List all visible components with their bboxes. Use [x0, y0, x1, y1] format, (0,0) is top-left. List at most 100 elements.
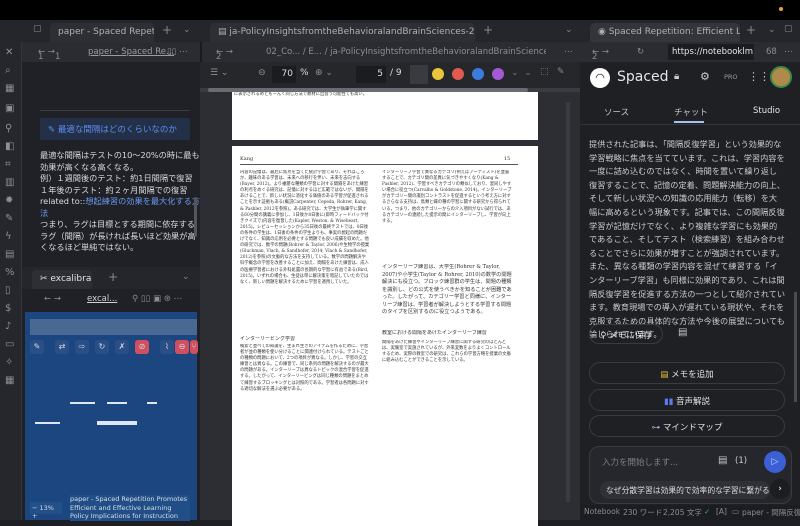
chevron-down-icon[interactable]: ⌄ [565, 25, 573, 35]
page-input[interactable]: 5 [356, 66, 386, 83]
select-icon[interactable]: ⬚ [540, 67, 549, 77]
language-indicator[interactable]: [A] [716, 507, 727, 516]
refresh-icon[interactable]: ↻ [95, 340, 109, 354]
tab-excalibrain[interactable]: ✂ excalibrain [32, 270, 92, 289]
toolbar-icons[interactable]: ⚲ ▯▯ ▣ ⊛ ⋯ [132, 294, 182, 304]
zoom-in-icon[interactable]: ⊕ ⌄ [315, 68, 333, 78]
save-to-note-button[interactable]: ⚲ メモに保存 [589, 324, 663, 344]
sidebar-toggle-icon[interactable]: ▢ [33, 24, 42, 34]
central-node[interactable] [97, 421, 137, 425]
copy-icon[interactable]: ▤ [678, 327, 687, 338]
layers-icon[interactable]: ◧ [5, 141, 14, 152]
chevron-down-icon[interactable]: ⌄ [183, 25, 191, 35]
new-tab-button[interactable]: + [108, 270, 118, 284]
tab-chat[interactable]: チャット [674, 106, 708, 118]
tab-notebooklm[interactable]: ◉ Spaced Repetition: Efficient Learn... [590, 23, 740, 42]
minus-icon[interactable]: ⊖ [175, 340, 189, 354]
tab-pdf[interactable]: ▤ ja-PolicyInsightsfromtheBehavioralandB… [210, 23, 475, 42]
chat-input[interactable]: 入力を開始します... [602, 456, 678, 468]
search-icon[interactable]: ⌕ [5, 65, 11, 76]
graph-node[interactable] [70, 402, 95, 404]
file-title[interactable]: excal... [87, 294, 117, 304]
chevron-down-icon[interactable]: ⌄ [182, 272, 190, 282]
tab-studio[interactable]: Studio [753, 106, 780, 116]
zoom-control[interactable]: − 13% + [30, 502, 62, 520]
pencil-icon[interactable]: ✎ [30, 340, 44, 354]
chevron-down-icon[interactable]: ⌄ ⌄ [511, 68, 532, 78]
tab-sources[interactable]: ソース [604, 106, 629, 118]
lock-icon[interactable]: 🔒︎ [674, 71, 679, 82]
zoom-out-icon[interactable]: ⊖ [258, 68, 266, 78]
notebook-title[interactable]: Spaced [617, 69, 669, 85]
template-icon[interactable]: ▦ [5, 375, 14, 386]
more-options-icon[interactable]: ⋯ [564, 47, 573, 57]
reading-view-icon[interactable]: ▯▯ ⋯ [167, 47, 188, 57]
scrollbar[interactable] [194, 197, 197, 237]
mind-map-button[interactable]: ⊶ マインドマップ [589, 415, 785, 437]
sidebar-toggle-icon[interactable]: ▢ [784, 24, 793, 34]
gear-icon[interactable]: ⚙ [700, 70, 710, 83]
back-button[interactable]: ← → [44, 294, 61, 304]
send-button[interactable]: ▷ [764, 451, 786, 473]
graph-node[interactable] [35, 422, 60, 424]
note-title[interactable]: paper - Spaced Re... [88, 47, 174, 57]
branch-icon[interactable]: ⑂ [190, 340, 198, 354]
attachment-icon[interactable]: ⌇ [160, 340, 174, 354]
pdf-page[interactable]: Kang 15 内容の記憶は、最后に焦点を当てた統計学習であり、そればころか、趣… [232, 146, 538, 526]
dollar-icon[interactable]: $ [5, 303, 11, 314]
audio-overview-button[interactable]: ▮▮ 音声解説 [589, 389, 785, 411]
back-button[interactable]: 2 ← → [592, 47, 609, 62]
close-icon[interactable]: ✕ [5, 47, 13, 58]
active-file[interactable]: paper - 間隔反復 [742, 507, 800, 518]
percent-icon[interactable]: % [5, 267, 15, 278]
hide-icon[interactable]: ⊘ [135, 340, 149, 354]
pen-icon[interactable]: ✎ [5, 213, 13, 224]
layout-icon[interactable]: ▣ [5, 103, 14, 114]
microphone-icon[interactable]: ♪ [5, 321, 11, 332]
excalibrain-canvas[interactable]: ✎ ⇄ ⇨ ↻ ✗ ⊘ ⌇ ⊖ ⑂ paper - Spaced Repetit… [25, 312, 198, 521]
reload-icon[interactable]: ↻ [637, 47, 644, 57]
color-red[interactable] [452, 68, 464, 80]
edit-icon[interactable]: ✎ [557, 67, 565, 77]
new-tab-button[interactable]: + [746, 23, 756, 37]
document-icon[interactable]: ▯ [5, 285, 11, 296]
note-editor[interactable]: ✎ 最適な間隔はどのくらいなのか 最適な間隔はテストの10〜20%の時に最も効果… [22, 62, 200, 267]
tab-paper[interactable]: paper - Spaced Repetiti... [50, 23, 154, 42]
back-button[interactable]: 2 ← → [216, 47, 233, 62]
color-none[interactable] [410, 65, 428, 84]
calendar-icon[interactable]: ▦ [5, 83, 14, 94]
vertical-scrollbar[interactable] [566, 102, 570, 502]
crop-icon[interactable]: ⌗ [5, 159, 11, 170]
scrollbar[interactable] [794, 292, 797, 402]
sync-check-icon[interactable]: ✓ [704, 507, 710, 516]
new-tab-button[interactable]: + [483, 23, 493, 37]
url-field[interactable]: https://notebooklm.goo [668, 44, 754, 60]
graph-node[interactable] [107, 402, 127, 404]
new-tab-button[interactable]: + [162, 23, 172, 37]
color-yellow[interactable] [432, 68, 444, 80]
add-note-button[interactable]: ▤ メモを追加 [589, 362, 785, 384]
lightbulb-icon[interactable]: ✹ [5, 195, 13, 206]
note-body[interactable]: 最適な間隔はテストの10〜20%の時に最も効果が高くなる高くなる。 例）１週間後… [40, 150, 200, 254]
lightning-icon[interactable]: ϟ [5, 231, 12, 242]
chevron-down-icon[interactable]: ⌄ [768, 25, 776, 35]
breadcrumb[interactable]: 02_Co... / E... / ja-PolicyInsightsfromt… [266, 47, 546, 57]
color-purple[interactable] [492, 68, 504, 80]
notebooklm-logo-icon[interactable]: ◠ [590, 68, 610, 88]
sidebar-icon[interactable]: ☰ ⌄ [210, 68, 228, 78]
apps-grid-icon[interactable]: ⋮⋮ [748, 70, 770, 83]
more-options-icon[interactable]: ⋯ [784, 47, 793, 57]
callout-heading[interactable]: ✎ 最適な間隔はどのくらいなのか [40, 118, 190, 140]
search-bar[interactable] [30, 319, 197, 335]
magic-wand-icon[interactable]: ✧ [5, 357, 13, 368]
book-icon[interactable]: ▥ [5, 177, 14, 188]
terminal-icon[interactable]: ▭ [5, 339, 14, 350]
back-button[interactable]: 1 ← → 1 [38, 47, 60, 62]
unpin-icon[interactable]: ✗ [115, 340, 129, 354]
next-suggestion-button[interactable]: › [770, 479, 790, 499]
arrow-icon[interactable]: ⇨ [75, 340, 89, 354]
avatar[interactable] [770, 66, 792, 88]
graph-node[interactable] [147, 402, 157, 404]
color-blue[interactable] [472, 68, 484, 80]
clipboard-icon[interactable]: ▤ [5, 249, 14, 260]
